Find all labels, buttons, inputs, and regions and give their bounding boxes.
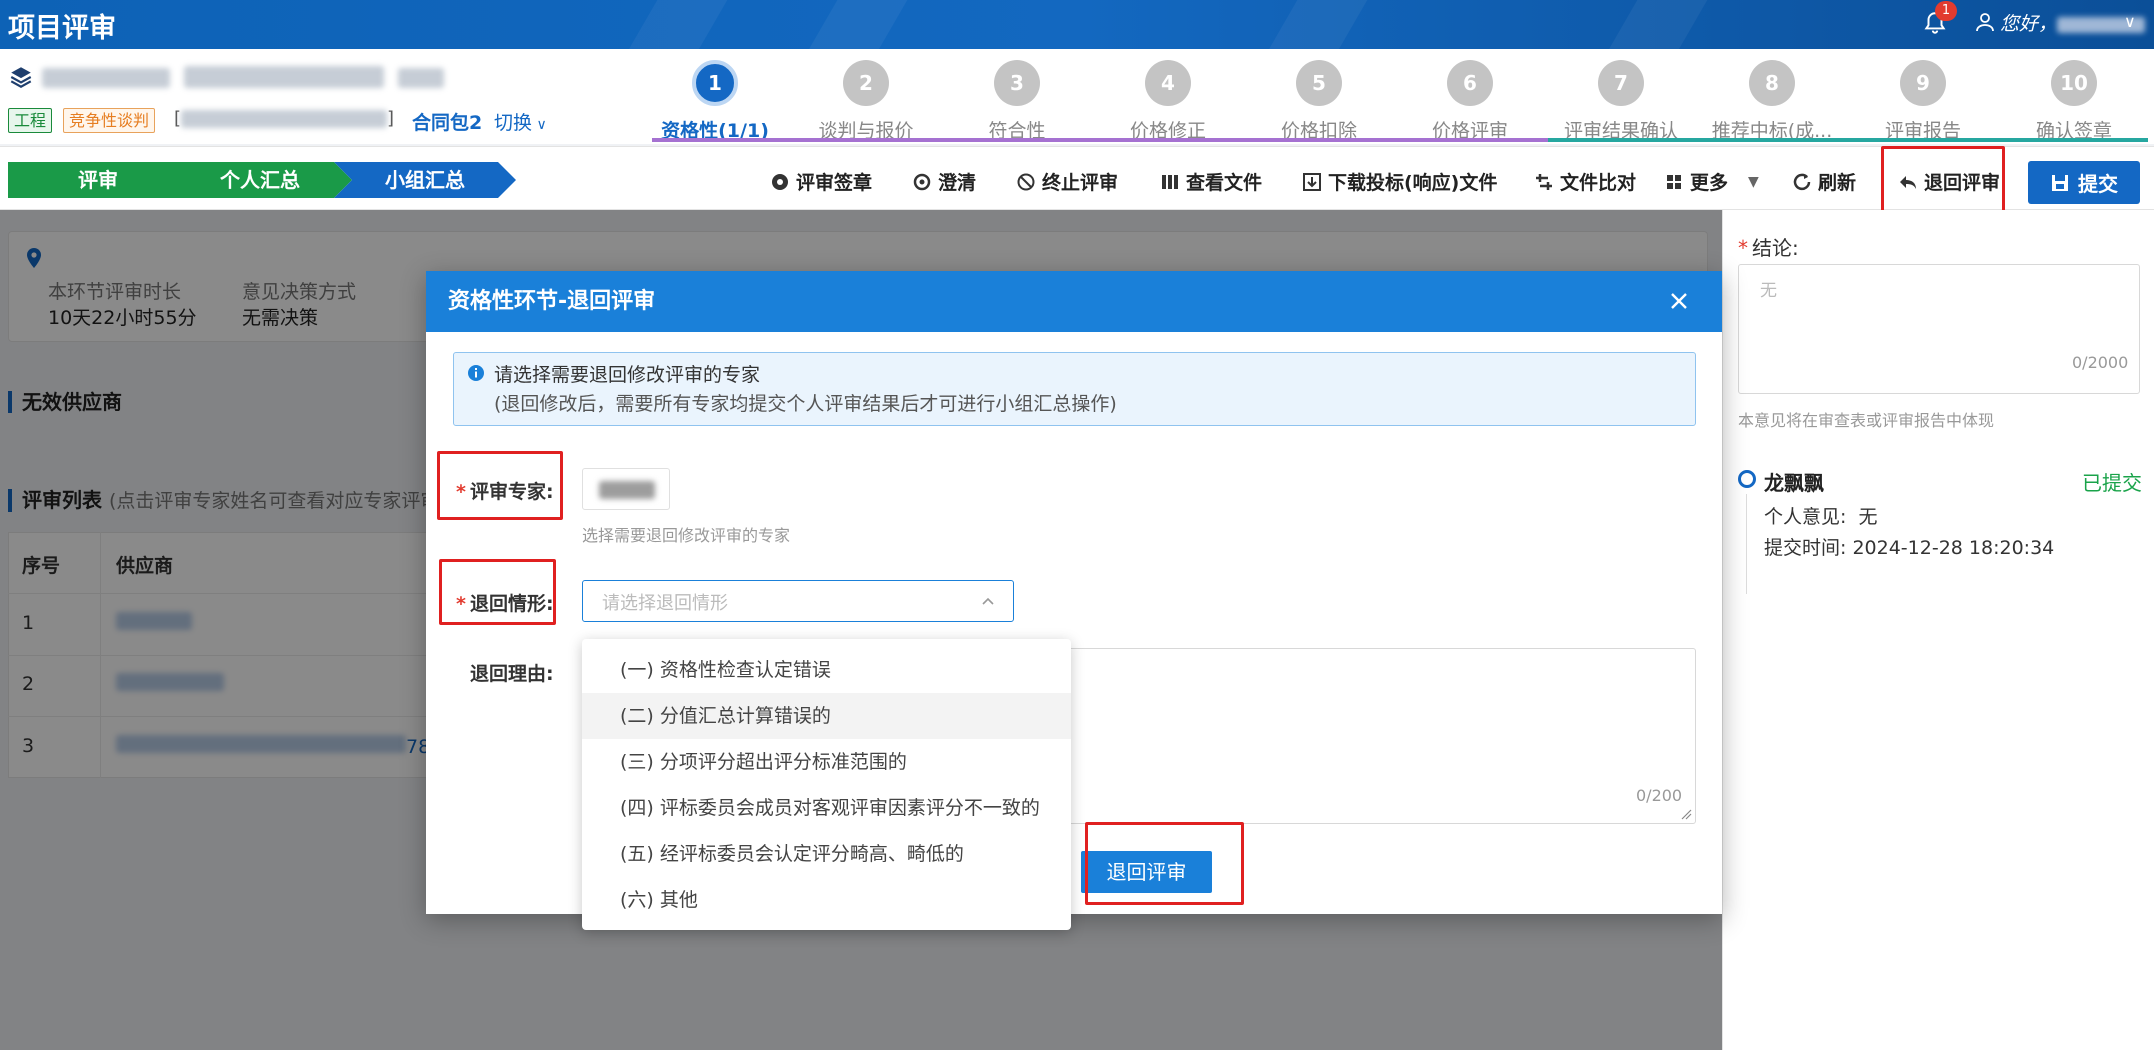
progress-bar-segment [1548,138,2148,142]
info-icon [468,365,484,381]
project-name [42,66,445,93]
step-8[interactable]: 8 推荐中标(成... [1697,60,1847,143]
contract-package: 合同包2 [412,112,483,134]
expert-name-link[interactable]: 龙飘飘 [1764,467,1824,496]
step-1[interactable]: 1 资格性(1/1) [640,60,790,143]
ban-icon [1017,173,1035,190]
situation-option-6[interactable]: (六) 其他 [582,877,1071,923]
download-bid-files-button[interactable]: 下载投标(响应)文件 [1302,168,1497,195]
progress-bar-segment [652,138,1548,142]
alert-note: (退回修改后，需要所有专家均提交个人评审结果后才可进行小组汇总操作) [494,393,1117,415]
expert-submit-time: 提交时间: 2024-12-28 18:20:34 [1764,537,2055,559]
expert-selector[interactable] [582,468,670,510]
chevron-down-icon[interactable]: ∨ [2124,12,2136,31]
more-menu-button[interactable]: 更多 ▼ [1664,168,1759,195]
conclusion-char-count: 0/2000 [2072,353,2129,372]
return-review-button[interactable]: 退回评审 [1898,168,2000,195]
review-sign-button[interactable]: 评审签章 [770,168,872,195]
chevron-up-icon [982,597,994,605]
user-icon [1976,13,1994,32]
tab-personal-summary[interactable]: 个人汇总 [168,162,352,198]
file-compare-button[interactable]: 文件比对 [1534,168,1636,195]
submit-button[interactable]: 提交 [2028,161,2140,204]
expert-field-label: * 评审专家: [456,481,554,503]
top-header-bar [0,0,2154,49]
app-title: 项目评审 [8,13,116,44]
step-6[interactable]: 6 价格评审 [1395,60,1545,143]
expert-field-hint: 选择需要退回修改评审的专家 [582,526,791,545]
stop-review-button[interactable]: 终止评审 [1016,168,1118,195]
situation-option-5[interactable]: (五) 经评标委员会认定评分畸高、畸低的 [582,831,1071,877]
save-icon [2052,174,2068,191]
situation-option-3[interactable]: (三) 分项评分超出评分标准范围的 [582,739,1071,785]
tag-engineering: 工程 [8,108,53,133]
step-4[interactable]: 4 价格修正 [1093,60,1243,143]
situation-field-label: * 退回情形: [456,593,554,615]
gear-icon [913,173,931,190]
caret-down-icon: ▼ [1748,173,1759,190]
download-icon [1303,172,1321,191]
close-icon[interactable] [1668,290,1690,312]
switch-package-button[interactable]: 切换 ∨ [494,108,547,135]
reason-char-count: 0/200 [1636,786,1683,805]
step-9[interactable]: 9 评审报告 [1848,60,1998,143]
view-files-button[interactable]: 查看文件 [1160,168,1262,195]
situation-placeholder: 请选择退回情形 [602,593,728,614]
expert-status: 已提交 [2082,471,2142,495]
seal-icon [772,173,788,190]
situation-option-1[interactable]: (一) 资格性检查认定错误 [582,647,1071,693]
tab-review[interactable]: 评审 [8,162,188,198]
grid-icon [1667,174,1681,189]
reply-icon [1900,175,1916,189]
notification-badge[interactable]: 1 [1935,1,1957,21]
situation-option-4[interactable]: (四) 评标委员会成员对客观评审因素评分不一致的 [582,785,1071,831]
layers-icon [10,67,32,88]
conclusion-label: * 结论: [1738,236,1799,260]
conclusion-note: 本意见将在审查表或评审报告中体现 [1738,411,1995,430]
timeline-dot [1738,470,1756,488]
clarify-button[interactable]: 澄清 [912,168,976,195]
step-2[interactable]: 2 谈判与报价 [791,60,941,143]
tag-procurement-method: 竞争性谈判 [63,108,156,133]
expert-opinion: 个人意见: 无 [1764,506,1878,528]
step-5[interactable]: 5 价格扣除 [1244,60,1394,143]
project-code: [] [174,108,395,129]
files-icon [1162,174,1178,189]
step-7[interactable]: 7 评审结果确认 [1546,60,1696,143]
conclusion-placeholder: 无 [1760,281,1777,301]
compare-icon [1536,173,1552,190]
timeline-line [1746,494,1747,594]
resize-handle-icon[interactable] [1680,808,1692,820]
step-10[interactable]: 10 确认签章 [1999,60,2149,143]
dialog-title: 资格性环节-退回评审 [426,271,1722,332]
reason-field-label: 退回理由: [470,663,554,685]
conclusion-textarea[interactable] [1738,264,2140,394]
step-3[interactable]: 3 符合性 [942,60,1092,143]
tab-group-summary[interactable]: 小组汇总 [334,162,516,198]
alert-message: 请选择需要退回修改评审的专家 [494,364,761,386]
situation-option-2[interactable]: (二) 分值汇总计算错误的 [582,693,1071,739]
confirm-return-button[interactable]: 退回评审 [1081,851,1212,893]
refresh-icon [1793,173,1811,190]
refresh-button[interactable]: 刷新 [1792,168,1856,195]
